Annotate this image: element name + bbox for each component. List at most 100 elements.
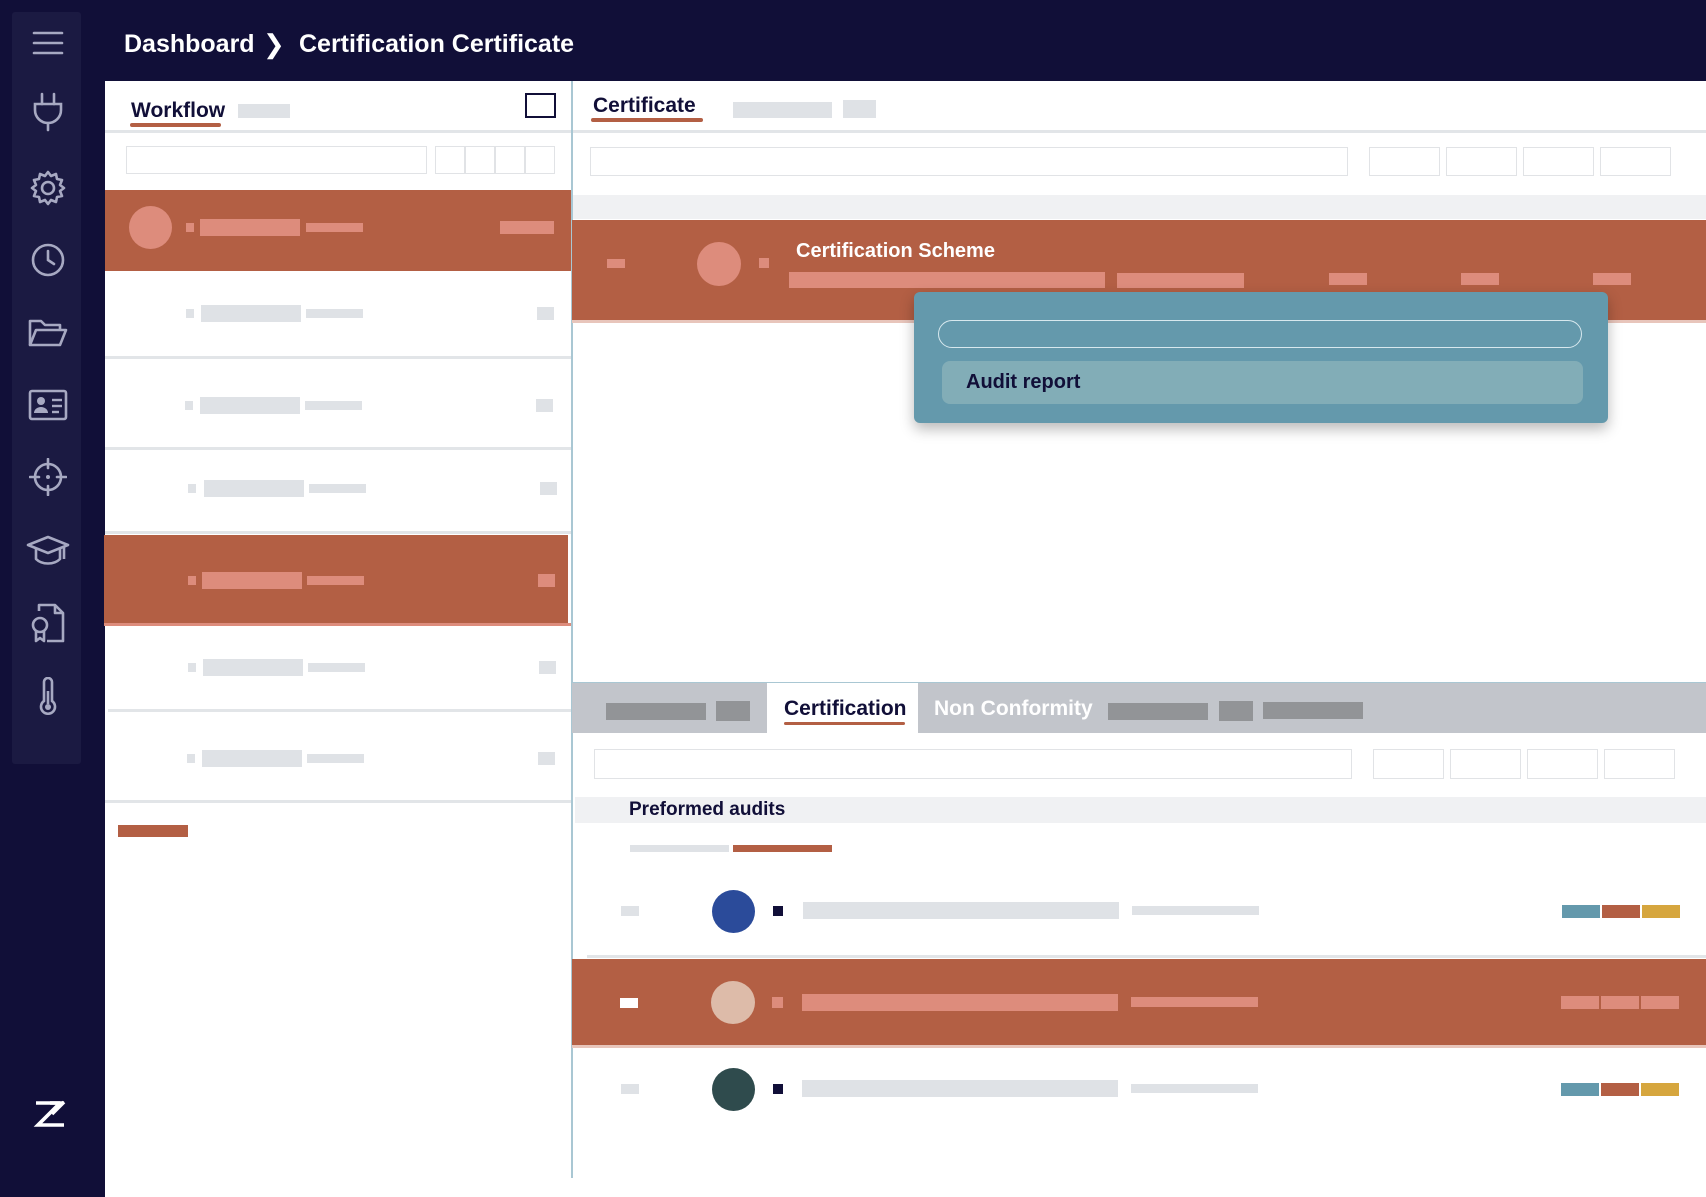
thermometer-icon[interactable] [26,675,70,719]
row-subtitle-placeholder [1131,1084,1258,1093]
action-button-2[interactable] [1446,147,1517,176]
tab-placeholder[interactable] [606,703,706,720]
avatar [712,1068,755,1111]
crosshair-icon[interactable] [26,455,70,499]
row-marker [186,223,194,232]
section-title: Preformed audits [629,799,786,820]
row-marker [186,309,194,318]
row-marker [772,997,783,1008]
status-tag [1601,1083,1639,1096]
graduation-cap-icon[interactable] [26,529,70,573]
audits-search-input[interactable] [594,749,1352,779]
row-title-placeholder [204,480,304,497]
row-subtitle-placeholder [1131,997,1258,1007]
clock-icon[interactable] [26,238,70,282]
action-button-3[interactable] [1523,147,1594,176]
list-header [573,195,1706,219]
tab-workflow-underline [130,123,221,127]
row-tag [536,399,553,412]
load-more-link[interactable] [118,825,188,837]
sort-active-indicator[interactable] [733,845,832,852]
popup-search-input[interactable] [938,320,1582,348]
menu-icon[interactable] [26,21,70,65]
tab-placeholder[interactable] [1219,701,1253,721]
row-title-placeholder [802,994,1118,1011]
audit-action-button-3[interactable] [1527,749,1598,779]
audit-action-button-1[interactable] [1373,749,1444,779]
filter-button-1[interactable] [435,146,465,174]
certificate-search-input[interactable] [590,147,1348,176]
status-tag [1641,996,1679,1009]
certificate-file-icon[interactable] [26,601,70,645]
breadcrumb-home[interactable]: Dashboard [124,24,255,64]
status-tag [1641,1083,1679,1096]
folder-icon[interactable] [26,311,70,355]
filter-button-4[interactable] [525,146,555,174]
row-marker [759,258,769,268]
divider [572,1045,1706,1048]
filter-button-2[interactable] [465,146,495,174]
avatar [712,890,755,933]
top-bar [0,0,1706,81]
divider [573,130,1706,133]
row-subtitle-placeholder [306,223,363,232]
row-subtitle-placeholder [305,401,362,410]
row-marker [607,259,625,268]
row-marker [188,484,196,493]
panel-checkbox[interactable] [525,93,556,118]
tab-certificate[interactable]: Certificate [593,94,696,118]
tab-workflow[interactable]: Workflow [131,99,225,123]
tab-certification-underline [784,722,905,725]
divider [105,130,572,133]
tab-placeholder[interactable] [238,104,290,118]
audit-action-button-2[interactable] [1450,749,1521,779]
divider [105,800,572,803]
tab-certification[interactable]: Certification [784,697,907,721]
breadcrumb-separator: ❯ [263,29,285,59]
tab-placeholder[interactable] [716,701,750,721]
row-detail-placeholder [1117,273,1244,288]
action-button-1[interactable] [1369,147,1440,176]
divider [105,531,572,534]
popup-item-audit-report[interactable]: Audit report [942,361,1583,404]
divider [105,447,572,450]
row-marker [773,1084,783,1094]
row-marker [773,906,783,916]
status-tag [1561,996,1599,1009]
row-subtitle-placeholder [308,663,365,672]
row-marker [188,663,196,672]
app-logo[interactable] [28,1092,72,1136]
sort-placeholder[interactable] [630,845,729,852]
tab-placeholder[interactable] [1108,703,1208,720]
row-tag [538,752,555,765]
page-title: Certification Certificate [299,30,575,58]
action-button-4[interactable] [1600,147,1671,176]
row-marker [185,401,193,410]
row-subtitle-placeholder [1132,906,1259,915]
status-tag [1562,905,1600,918]
row-title-placeholder [202,572,302,589]
workflow-search-input[interactable] [126,146,427,174]
status-tag [1601,996,1639,1009]
status-tag [1642,905,1680,918]
plug-icon[interactable] [26,90,70,134]
divider [108,709,572,712]
row-tag [1461,273,1499,285]
row-title-placeholder [802,1080,1118,1097]
row-subtitle-placeholder [309,484,366,493]
row-title-placeholder [803,902,1119,919]
tab-placeholder[interactable] [1263,702,1363,719]
row-tag [537,307,554,320]
tab-certificate-underline [591,118,703,122]
row-marker [187,754,195,763]
tab-placeholder[interactable] [733,102,832,118]
tab-placeholder[interactable] [843,100,876,118]
row-tag [540,482,557,495]
avatar [697,242,741,286]
id-card-icon[interactable] [26,383,70,427]
filter-button-3[interactable] [495,146,525,174]
row-subtitle-placeholder [307,576,364,585]
tab-non-conformity[interactable]: Non Conformity [934,697,1093,721]
gear-icon[interactable] [26,166,70,210]
audit-action-button-4[interactable] [1604,749,1675,779]
